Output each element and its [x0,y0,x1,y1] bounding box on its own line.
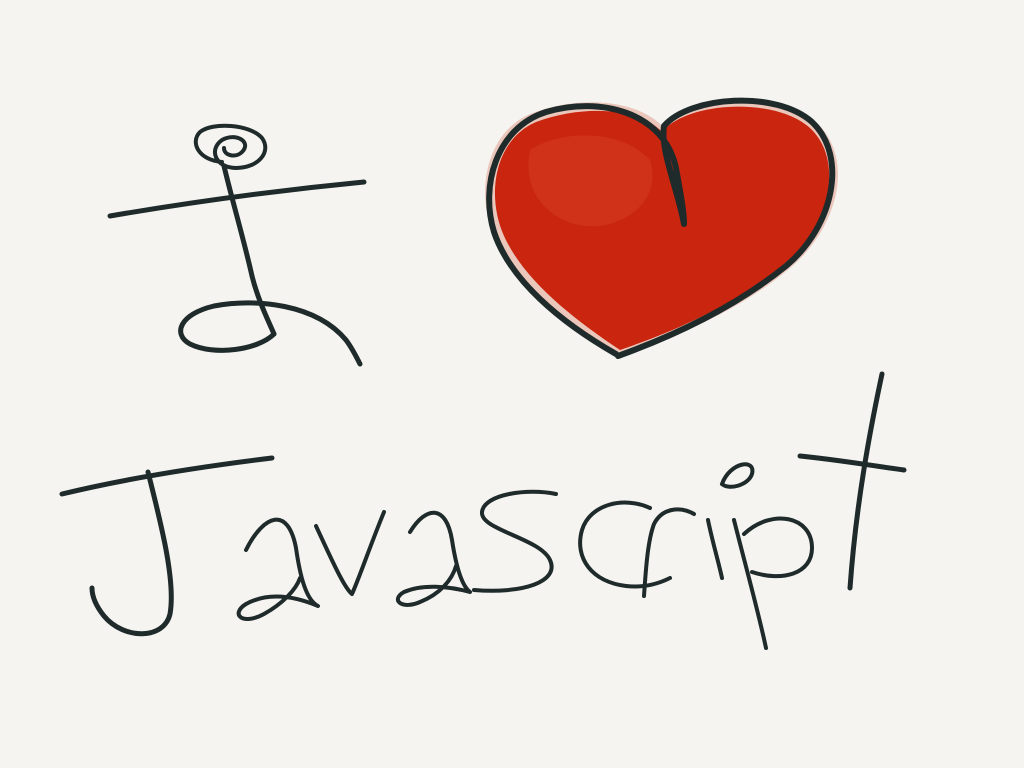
letter-i-dot [720,462,755,489]
sketch-drawing [59,97,907,650]
letter-a-1 [236,517,320,621]
letter-a-2 [396,510,472,607]
letter-v [314,510,386,596]
letter-c [578,500,672,589]
letter-s [472,489,558,593]
letter-p-bowl [742,516,814,579]
letter-p-stem [732,518,768,650]
letter-i-stem [706,518,724,580]
heart-icon [485,97,838,359]
letter-i-stick-figure [107,123,367,367]
word-javascript [59,371,907,650]
letter-j-stem [89,469,174,637]
sketch-canvas: I Javascript [0,0,1024,768]
letter-j-top [59,455,275,497]
figure-head [193,123,268,170]
figure-base-loop [178,300,363,367]
letter-t-stem [847,371,885,591]
letter-t-cross [797,453,907,473]
